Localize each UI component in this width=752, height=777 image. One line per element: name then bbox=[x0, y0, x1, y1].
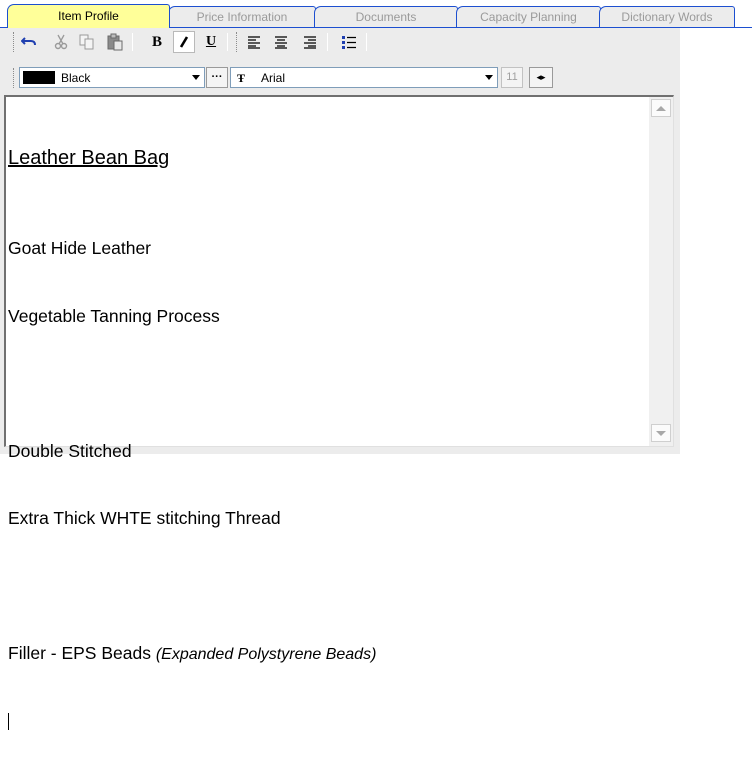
text-line: Goat Hide Leather bbox=[8, 238, 152, 258]
text-line: Double Stitched bbox=[8, 440, 132, 461]
italic-button[interactable] bbox=[173, 31, 195, 53]
paste-icon bbox=[107, 33, 123, 51]
arrow-down-icon bbox=[656, 430, 666, 436]
align-center-icon bbox=[275, 36, 287, 49]
vertical-scrollbar[interactable] bbox=[649, 97, 673, 446]
tab-documents[interactable]: Documents bbox=[314, 6, 458, 28]
chevron-down-icon bbox=[192, 75, 200, 80]
text-line-note: (Expanded Polystyrene Beads) bbox=[155, 646, 377, 663]
rich-text-editor[interactable]: Leather Bean Bag Goat Hide Leather Veget… bbox=[4, 95, 674, 731]
toolbar-separator bbox=[366, 33, 367, 51]
align-left-button[interactable] bbox=[243, 31, 265, 53]
truetype-font-icon: Ŧ bbox=[237, 71, 246, 85]
toolbar-grip bbox=[236, 32, 239, 52]
bold-button[interactable]: B bbox=[146, 31, 168, 53]
cut-icon bbox=[54, 34, 68, 50]
color-select-value: Black bbox=[61, 71, 91, 85]
font-toolbar: Black ··· Ŧ Arial 11 ◂▸ bbox=[0, 64, 680, 92]
tab-item-profile[interactable]: Item Profile bbox=[7, 4, 170, 28]
align-left-icon bbox=[248, 36, 260, 49]
document-heading: Leather Bean Bag bbox=[8, 147, 170, 169]
paste-button[interactable] bbox=[104, 31, 126, 53]
editor-content[interactable]: Leather Bean Bag Goat Hide Leather Veget… bbox=[8, 101, 644, 731]
chevron-down-icon bbox=[485, 75, 493, 80]
text-caret bbox=[8, 713, 9, 731]
undo-icon bbox=[21, 37, 36, 46]
toolbar-grip bbox=[13, 32, 16, 52]
color-select[interactable]: Black bbox=[19, 67, 205, 88]
undo-button[interactable] bbox=[18, 31, 40, 53]
tab-dictionary-words[interactable]: Dictionary Words bbox=[599, 6, 735, 28]
formatting-toolbar: B U bbox=[0, 28, 680, 58]
bulleted-list-button[interactable] bbox=[338, 31, 360, 53]
color-swatch bbox=[23, 71, 55, 84]
bulleted-list-icon bbox=[342, 36, 356, 49]
align-right-button[interactable] bbox=[299, 31, 321, 53]
copy-icon bbox=[79, 34, 94, 50]
more-colors-button[interactable]: ··· bbox=[206, 67, 228, 88]
toolbar-separator bbox=[227, 33, 228, 51]
item-profile-panel: B U Black ··· Ŧ Arial 11 ◂▸ Leather Bean… bbox=[0, 28, 680, 731]
font-size-spin-button[interactable]: ◂▸ bbox=[529, 67, 553, 88]
toolbar-grip bbox=[13, 68, 16, 88]
font-select[interactable]: Ŧ Arial bbox=[230, 67, 498, 88]
tab-capacity-planning[interactable]: Capacity Planning bbox=[456, 6, 601, 28]
arrow-up-icon bbox=[656, 105, 666, 111]
text-line: Filler - EPS Beads (Expanded Polystyrene… bbox=[8, 642, 644, 665]
italic-icon bbox=[179, 36, 189, 48]
underline-button[interactable]: U bbox=[200, 31, 222, 53]
align-right-icon bbox=[304, 36, 316, 49]
text-line: Extra Thick WHTE stitching Thread bbox=[8, 508, 281, 528]
toolbar-separator bbox=[132, 33, 133, 51]
align-center-button[interactable] bbox=[270, 31, 292, 53]
tab-price-information[interactable]: Price Information bbox=[168, 6, 316, 28]
copy-button[interactable] bbox=[76, 31, 98, 53]
caret-line bbox=[8, 710, 644, 733]
font-select-value: Arial bbox=[261, 71, 286, 85]
tab-strip: Item Profile Price Information Documents… bbox=[0, 0, 752, 28]
cut-button[interactable] bbox=[50, 31, 72, 53]
text-line-main: Filler - EPS Beads bbox=[8, 643, 156, 663]
scroll-down-button[interactable] bbox=[651, 424, 671, 442]
toolbar-separator bbox=[327, 33, 328, 51]
text-line: Vegetable Tanning Process bbox=[8, 305, 220, 326]
font-size-field[interactable]: 11 bbox=[501, 67, 523, 88]
scroll-up-button[interactable] bbox=[651, 99, 671, 117]
